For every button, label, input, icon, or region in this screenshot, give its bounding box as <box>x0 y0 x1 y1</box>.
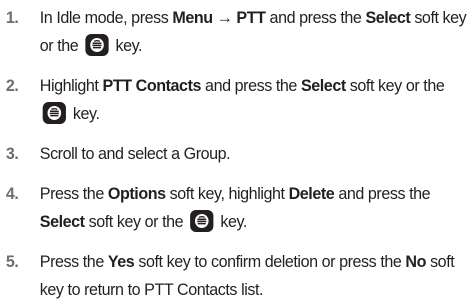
step-text: In Idle mode, press <box>39 8 173 27</box>
step-4: 4. Press the Options soft key, highlight … <box>0 180 469 236</box>
select-key-icon <box>85 34 109 56</box>
select-label: Select <box>39 212 85 231</box>
step-text: soft key or the <box>84 212 188 231</box>
step-text: and press the <box>334 184 431 203</box>
select-key-icon <box>42 102 66 124</box>
step-text: soft key or the <box>345 76 445 95</box>
yes-label: Yes <box>107 252 135 271</box>
step-5: 5. Press the Yes soft key to confirm dele… <box>0 248 469 304</box>
step-text: Press the <box>39 252 108 271</box>
step-text: key. <box>111 36 143 55</box>
arrow-separator: → <box>212 8 237 27</box>
menu-label: Menu <box>172 8 213 27</box>
step-1: 1. In Idle mode, press Menu → PTT and pre… <box>0 4 469 60</box>
step-number: 5. <box>5 252 19 271</box>
step-text: key. <box>216 212 247 231</box>
delete-label: Delete <box>288 184 335 203</box>
step-2: 2. Highlight PTT Contacts and press the S… <box>0 72 469 128</box>
step-text: Press the <box>39 184 108 203</box>
step-number: 2. <box>5 76 19 95</box>
steps-list: 1. In Idle mode, press Menu → PTT and pre… <box>0 4 470 304</box>
ptt-contacts-label: PTT Contacts <box>102 76 202 95</box>
step-text: and press the <box>201 76 301 95</box>
instruction-page: 1. In Idle mode, press Menu → PTT and pre… <box>0 0 472 299</box>
step-text: Scroll to and select a Group. <box>39 144 231 163</box>
step-text: Highlight <box>39 76 103 95</box>
step-number: 1. <box>5 8 19 27</box>
step-number: 3. <box>5 144 19 163</box>
step-text: and press the <box>265 8 366 27</box>
select-label: Select <box>300 76 346 95</box>
step-text: soft key, highlight <box>165 184 289 203</box>
select-label: Select <box>365 8 411 27</box>
step-text: soft key to confirm deletion or press th… <box>134 252 406 271</box>
no-label: No <box>405 252 427 271</box>
step-text: key. <box>68 104 100 123</box>
step-3: 3. Scroll to and select a Group. <box>0 140 469 168</box>
select-key-icon <box>190 210 214 232</box>
ptt-label: PTT <box>236 8 266 27</box>
step-number: 4. <box>5 184 19 203</box>
options-label: Options <box>107 184 166 203</box>
